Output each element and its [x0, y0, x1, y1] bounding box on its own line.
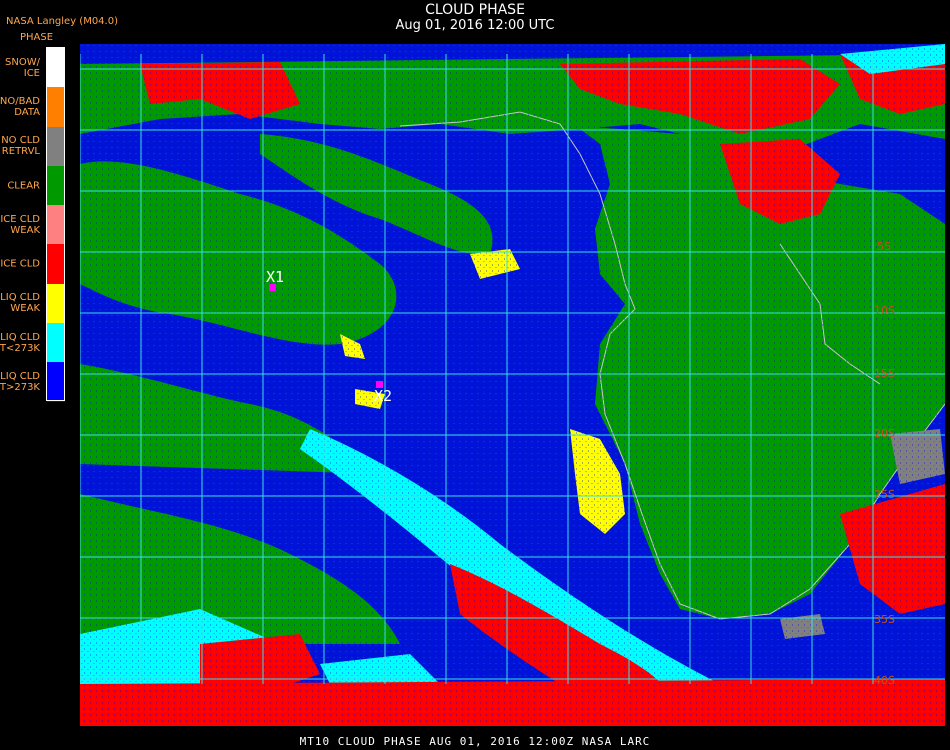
legend-item: LIQ CLD T<273K — [0, 323, 66, 363]
legend-label-line1: CLEAR — [7, 180, 40, 192]
legend-label-line2: RETRVL — [1, 146, 40, 158]
legend-swatch — [47, 323, 65, 363]
lat-label-15s: 15S — [874, 367, 895, 380]
legend-swatch — [47, 48, 65, 88]
legend-label-line2: DATA — [14, 106, 40, 118]
legend-item: LIQ CLD T>273K — [0, 362, 66, 402]
legend-swatch — [47, 126, 65, 166]
legend-swatch — [47, 362, 65, 402]
producer-label: NASA Langley (M04.0) — [6, 16, 118, 27]
legend-label-line2: T<273K — [0, 342, 40, 354]
legend-label-line2: WEAK — [10, 303, 40, 315]
legend-swatch — [47, 87, 65, 127]
satellite-map[interactable]: 5S 10S 15S 20S 25S 35S 40S X1 X2 — [80, 44, 945, 726]
lat-label-20s: 20S — [874, 427, 895, 440]
legend-label-line1: LIQ CLD — [0, 371, 40, 383]
legend-item-label: LIQ CLD WEAK — [0, 292, 40, 314]
legend-item: SNOW/ICE — [0, 48, 66, 88]
legend-label-line1: NO CLD — [1, 135, 40, 147]
legend-label-line1: LIQ CLD — [0, 331, 40, 343]
legend-swatch — [47, 165, 65, 206]
legend-label-line2: WEAK — [10, 224, 40, 236]
legend-label-line1: ICE CLD — [0, 213, 40, 225]
page-title: CLOUD PHASE — [425, 2, 525, 18]
marker-x1-label: X1 — [266, 268, 285, 286]
legend-label-line2: T>273K — [0, 382, 40, 394]
legend-item-label: NO CLD RETRVL — [1, 135, 40, 157]
legend-label-line1: LIQ CLD — [0, 292, 40, 304]
legend-item-label: LIQ CLD T<273K — [0, 332, 40, 354]
lat-label-10s: 10S — [874, 304, 895, 317]
legend-item: LIQ CLD WEAK — [0, 283, 66, 324]
legend-item: CLEAR — [0, 165, 66, 206]
legend: SNOW/ICE NO/BAD DATA NO CLD RETRVL CLEAR ICE C… — [0, 48, 66, 402]
legend-title: PHASE — [20, 32, 54, 43]
lat-label-5s: 5S — [877, 240, 891, 253]
legend-item-label: ICE CLD — [0, 259, 40, 270]
legend-label-line2: ICE — [23, 67, 40, 79]
legend-item-label: NO/BAD DATA — [0, 96, 40, 118]
map-canvas — [80, 44, 945, 726]
legend-item: NO/BAD DATA — [0, 87, 66, 127]
legend-item-label: SNOW/ICE — [5, 57, 40, 79]
cloud-texture — [80, 44, 945, 726]
marker-x2-label: X2 — [374, 387, 393, 405]
lat-label-40s: 40S — [874, 674, 895, 687]
legend-swatch — [47, 205, 65, 245]
legend-item: ICE CLD — [0, 244, 66, 284]
footer-caption: MT10 CLOUD PHASE AUG 01, 2016 12:00Z NAS… — [299, 735, 651, 748]
title-block: CLOUD PHASE Aug 01, 2016 12:00 UTC — [300, 2, 650, 33]
legend-item-label: ICE CLD WEAK — [0, 214, 40, 236]
legend-swatch — [47, 283, 65, 324]
legend-item: NO CLD RETRVL — [0, 126, 66, 166]
legend-label-line1: ICE CLD — [0, 258, 40, 270]
page-subtitle: Aug 01, 2016 12:00 UTC — [395, 18, 555, 33]
legend-item: ICE CLD WEAK — [0, 205, 66, 245]
legend-label-line1: SNOW/ — [5, 56, 40, 68]
legend-item-label: CLEAR — [7, 180, 40, 191]
legend-label-line1: NO/BAD — [0, 95, 40, 107]
lat-label-25s: 25S — [874, 488, 895, 501]
legend-swatch — [47, 244, 65, 284]
lat-label-35s: 35S — [874, 613, 895, 626]
legend-item-label: LIQ CLD T>273K — [0, 371, 40, 393]
